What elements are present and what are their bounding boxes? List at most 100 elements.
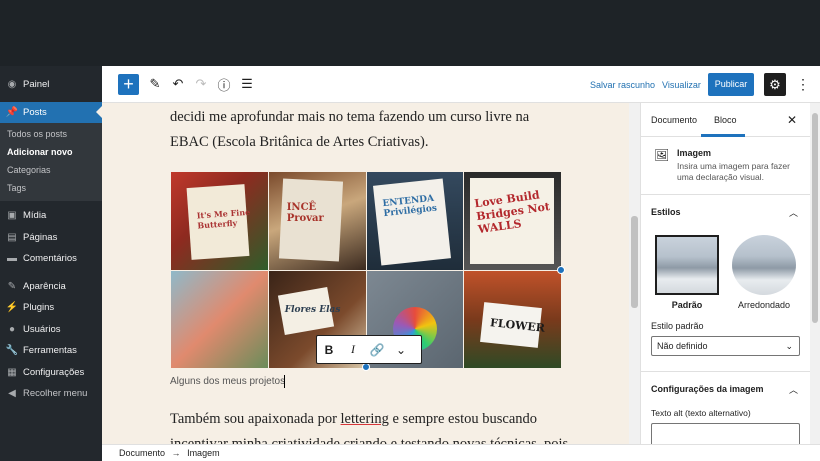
sidebar-item-posts[interactable]: 📌 Posts bbox=[0, 101, 102, 123]
style-rounded-label: Arredondado bbox=[737, 300, 791, 310]
edit-tool-icon[interactable]: ✎ bbox=[147, 76, 163, 92]
sidebar-item-configuracoes[interactable]: ▦ Configurações bbox=[0, 362, 102, 384]
chevron-up-icon[interactable]: ︿ bbox=[789, 383, 798, 396]
sidebar-item-label: Recolher menu bbox=[23, 388, 88, 400]
italic-button[interactable]: I bbox=[341, 342, 365, 357]
spellcheck-word: lettering bbox=[340, 411, 389, 427]
style-rounded-option[interactable] bbox=[732, 235, 796, 295]
admin-sidebar: ◉ Painel 📌 Posts Todos os posts Adiciona… bbox=[0, 66, 102, 461]
info-icon[interactable]: ⓘ bbox=[216, 76, 232, 93]
close-icon[interactable]: ✕ bbox=[787, 113, 797, 127]
gallery-image[interactable]: INCÊ Provar bbox=[268, 172, 366, 270]
style-preview-image bbox=[732, 235, 796, 295]
gallery-image[interactable]: It's Me Fine Butterfly bbox=[171, 172, 268, 270]
block-card: 🖼 Imagem Insira uma imagem para fazer um… bbox=[641, 137, 810, 195]
editor-canvas[interactable]: decidi me aprofundar mais no tema fazend… bbox=[102, 103, 640, 444]
image-icon: 🖼 bbox=[654, 148, 670, 162]
tile-lettering: It's Me Fine Butterfly bbox=[196, 206, 251, 231]
style-preview-image bbox=[657, 237, 717, 293]
gallery-image[interactable]: ENTENDA Privilégios bbox=[366, 172, 464, 270]
comments-icon: ▬ bbox=[7, 253, 17, 265]
gallery-image[interactable]: Love Build Bridges Not WALLS bbox=[464, 172, 561, 270]
sidebar-item-label: Usuários bbox=[23, 323, 61, 335]
submenu-categories[interactable]: Categorias bbox=[0, 161, 102, 179]
styles-section-title[interactable]: Estilos bbox=[651, 207, 681, 217]
resize-handle-right[interactable] bbox=[557, 266, 565, 274]
sidebar-item-label: Plugins bbox=[23, 302, 55, 314]
pages-icon: ▤ bbox=[7, 231, 17, 243]
panel-tabs: Documento Bloco ✕ bbox=[641, 103, 810, 137]
gallery-caption[interactable]: Alguns dos meus projetos bbox=[170, 376, 285, 387]
chevron-up-icon[interactable]: ︿ bbox=[789, 206, 798, 219]
undo-icon[interactable]: ↶ bbox=[170, 76, 186, 92]
paragraph-text: Também sou apaixonada por bbox=[170, 411, 341, 427]
top-screen-band bbox=[0, 0, 820, 66]
settings-sidebar: Documento Bloco ✕ 🖼 Imagem Insira uma im… bbox=[640, 103, 811, 453]
canvas-scrollbar[interactable] bbox=[629, 103, 640, 444]
submenu-add-new[interactable]: Adicionar novo bbox=[0, 143, 102, 161]
save-draft-button[interactable]: Salvar rascunho bbox=[590, 80, 655, 90]
sidebar-item-usuarios[interactable]: ● Usuários bbox=[0, 319, 102, 341]
sidebar-item-comentarios[interactable]: ▬ Comentários bbox=[0, 248, 102, 270]
scrollbar-thumb[interactable] bbox=[631, 216, 638, 308]
gallery-image[interactable] bbox=[171, 270, 268, 368]
dashboard-icon: ◉ bbox=[7, 79, 17, 91]
submenu-tags[interactable]: Tags bbox=[0, 179, 102, 197]
editor-header: + ✎ ↶ ↷ ⓘ ☰ Salvar rascunho Visualizar P… bbox=[102, 66, 820, 103]
media-icon: ▣ bbox=[7, 210, 17, 222]
default-style-select[interactable]: Não definido ⌄ bbox=[651, 336, 800, 356]
text-cursor bbox=[284, 375, 285, 388]
panel-scrollbar[interactable] bbox=[810, 103, 820, 444]
sidebar-item-label: Configurações bbox=[23, 366, 85, 378]
sidebar-item-label: Páginas bbox=[23, 231, 58, 243]
block-name: Imagem bbox=[677, 148, 712, 158]
link-icon[interactable]: 🔗 bbox=[365, 343, 389, 357]
users-icon: ● bbox=[8, 323, 16, 335]
tab-documento[interactable]: Documento bbox=[651, 115, 697, 125]
plugins-icon: ⚡ bbox=[5, 302, 19, 314]
pin-icon: 📌 bbox=[5, 106, 19, 118]
chevron-down-icon: ⌄ bbox=[785, 341, 793, 351]
more-options-icon[interactable]: ⋮ bbox=[796, 76, 810, 92]
settings-gear-icon[interactable]: ⚙ bbox=[764, 73, 786, 96]
block-description: Insira uma imagem para fazer uma declara… bbox=[677, 161, 790, 182]
appearance-icon: ✎ bbox=[7, 280, 17, 292]
bold-button[interactable]: B bbox=[317, 343, 341, 357]
block-breadcrumb: Documento → Imagem bbox=[102, 444, 820, 461]
scrollbar-thumb[interactable] bbox=[812, 113, 818, 323]
sidebar-item-label: Comentários bbox=[23, 253, 77, 265]
sidebar-item-ferramentas[interactable]: 🔧 Ferramentas bbox=[0, 340, 102, 362]
section-divider bbox=[641, 371, 811, 372]
list-view-icon[interactable]: ☰ bbox=[239, 76, 255, 92]
sidebar-item-label: Aparência bbox=[23, 280, 66, 292]
sidebar-item-painel[interactable]: ◉ Painel bbox=[0, 74, 102, 96]
tab-bloco[interactable]: Bloco bbox=[714, 115, 737, 125]
breadcrumb-documento[interactable]: Documento bbox=[119, 448, 165, 458]
sidebar-item-label: Painel bbox=[23, 79, 50, 91]
tools-icon: 🔧 bbox=[5, 345, 19, 357]
breadcrumb-imagem[interactable]: Imagem bbox=[187, 448, 220, 458]
style-default-option[interactable] bbox=[655, 235, 719, 295]
tile-lettering: INCÊ Provar bbox=[286, 202, 324, 224]
sidebar-item-midia[interactable]: ▣ Mídia bbox=[0, 205, 102, 227]
chevron-down-icon[interactable]: ⌄ bbox=[389, 343, 413, 357]
paragraph-block[interactable]: decidi me aprofundar mais no tema fazend… bbox=[170, 105, 570, 155]
publish-button[interactable]: Publicar bbox=[708, 73, 754, 96]
sidebar-item-paginas[interactable]: ▤ Páginas bbox=[0, 227, 102, 249]
add-block-button[interactable]: + bbox=[118, 74, 139, 95]
gallery-image[interactable]: FLOWER bbox=[464, 270, 561, 368]
preview-button[interactable]: Visualizar bbox=[662, 80, 701, 90]
sidebar-item-plugins[interactable]: ⚡ Plugins bbox=[0, 297, 102, 319]
format-toolbar: B I 🔗 ⌄ bbox=[316, 335, 422, 364]
sidebar-item-recolher[interactable]: ◀ Recolher menu bbox=[0, 383, 102, 405]
resize-handle-bottom[interactable] bbox=[362, 363, 370, 371]
redo-icon[interactable]: ↷ bbox=[193, 76, 209, 92]
sidebar-item-aparencia[interactable]: ✎ Aparência bbox=[0, 276, 102, 298]
breadcrumb-arrow: → bbox=[171, 448, 181, 458]
submenu-all-posts[interactable]: Todos os posts bbox=[0, 125, 102, 143]
settings-icon: ▦ bbox=[7, 366, 17, 378]
paragraph-block[interactable]: Também sou apaixonada por lettering e se… bbox=[170, 407, 570, 444]
alt-text-label: Texto alt (texto alternativo) bbox=[651, 408, 751, 418]
sidebar-item-label: Posts bbox=[23, 106, 47, 118]
image-settings-title[interactable]: Configurações da imagem bbox=[651, 384, 764, 394]
